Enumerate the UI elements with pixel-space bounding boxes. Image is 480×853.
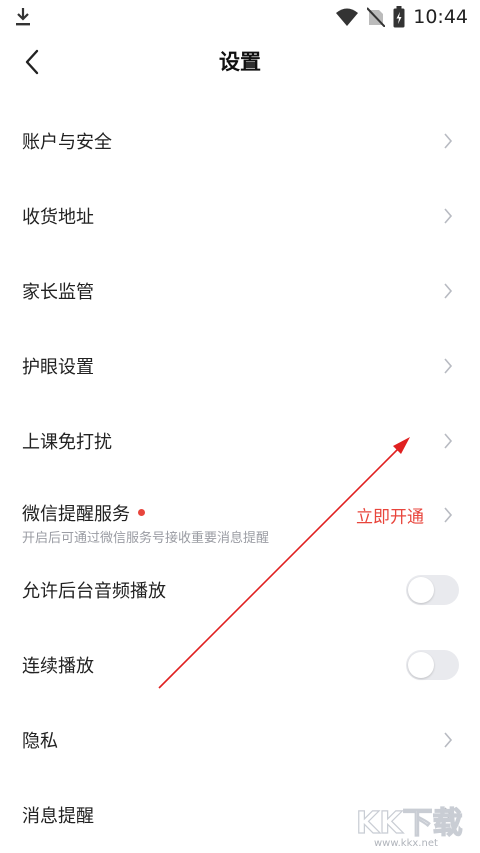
toggle-knob xyxy=(408,577,434,604)
toggle-knob xyxy=(408,651,434,678)
row-label-text: 微信提醒服务 xyxy=(22,503,130,525)
chevron-right-icon xyxy=(442,282,454,300)
row-label: 连续播放 xyxy=(22,655,94,677)
chevron-right-icon xyxy=(442,506,454,524)
chevron-right-icon xyxy=(442,207,454,225)
settings-row-shipping-address[interactable]: 收货地址 xyxy=(0,179,480,254)
battery-icon xyxy=(393,6,405,28)
settings-row-parental-control[interactable]: 家长监管 xyxy=(0,254,480,329)
status-left xyxy=(14,0,32,34)
settings-row-class-do-not-disturb[interactable]: 上课免打扰 xyxy=(0,403,480,478)
svg-text:KK下载: KK下载 xyxy=(356,806,463,841)
status-bar: 10:44 xyxy=(0,0,480,34)
row-label: 上课免打扰 xyxy=(22,431,112,453)
row-label: 微信提醒服务 xyxy=(22,500,145,526)
row-label: 收货地址 xyxy=(22,207,94,229)
chevron-right-icon xyxy=(442,132,454,150)
settings-row-wechat-reminder[interactable]: 微信提醒服务 开启后可通过微信服务号接收重要消息提醒 立即开通 xyxy=(0,478,480,553)
page-title: 设置 xyxy=(219,50,261,74)
row-subtitle: 开启后可通过微信服务号接收重要消息提醒 xyxy=(22,530,270,546)
row-label: 允许后台音频播放 xyxy=(22,581,166,603)
settings-row-eye-protection[interactable]: 护眼设置 xyxy=(0,328,480,403)
svg-text:www.kkx.net: www.kkx.net xyxy=(374,838,438,849)
wifi-icon xyxy=(335,7,359,27)
status-right: 10:44 xyxy=(335,0,468,34)
row-label: 隐私 xyxy=(22,730,58,752)
row-label: 账户与安全 xyxy=(22,132,112,154)
autoplay-toggle[interactable] xyxy=(406,649,459,680)
settings-row-autoplay: 连续播放 xyxy=(0,628,480,703)
activate-now-link[interactable]: 立即开通 xyxy=(356,503,424,528)
header: 设置 xyxy=(0,34,480,90)
no-sim-icon xyxy=(367,7,386,27)
row-label: 家长监管 xyxy=(22,281,94,303)
kk-download-watermark-logo: KK下载 www.kkx.net xyxy=(352,799,472,849)
background-audio-toggle[interactable] xyxy=(406,575,459,606)
settings-list: 账户与安全 收货地址 家长监管 护眼设置 上课免打扰 微信提醒服务 开启后可通过… xyxy=(0,104,480,852)
chevron-right-icon xyxy=(442,432,454,450)
row-label: 消息提醒 xyxy=(22,805,94,827)
settings-row-account-security[interactable]: 账户与安全 xyxy=(0,104,480,179)
row-label: 护眼设置 xyxy=(22,356,94,378)
chevron-right-icon xyxy=(442,357,454,375)
download-icon xyxy=(14,7,32,27)
settings-row-privacy[interactable]: 隐私 xyxy=(0,702,480,777)
status-time: 10:44 xyxy=(413,6,468,28)
chevron-right-icon xyxy=(442,731,454,749)
settings-row-background-audio: 允许后台音频播放 xyxy=(0,553,480,628)
red-dot-badge xyxy=(138,508,145,516)
